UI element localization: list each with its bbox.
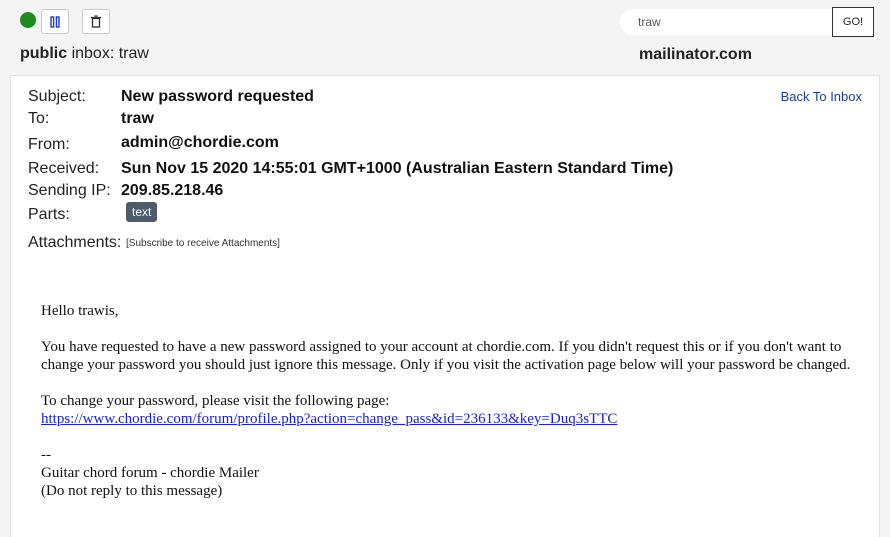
message-panel: Back To Inbox Subject: New password requ… — [10, 75, 880, 537]
status-indicator-icon — [20, 12, 36, 28]
pause-button[interactable] — [41, 9, 69, 34]
inbox-visibility: public — [20, 45, 68, 62]
delete-button[interactable] — [82, 9, 110, 34]
search-input[interactable] — [638, 13, 823, 31]
change-password-link[interactable]: https://www.chordie.com/forum/profile.ph… — [41, 411, 617, 427]
attachments-note: [Subscribe to receive Attachments] — [126, 238, 280, 249]
received-label: Received: — [28, 160, 100, 177]
sending-ip-value: 209.85.218.46 — [121, 182, 224, 199]
body-greeting: Hello trawis, — [41, 303, 119, 319]
inbox-word: inbox: — [71, 45, 115, 62]
sending-ip-label: Sending IP: — [28, 182, 111, 199]
signature-note: (Do not reply to this message) — [41, 483, 223, 499]
signature-line: Guitar chord forum - chordie Mailer — [41, 465, 259, 481]
pause-icon — [50, 15, 60, 28]
body-paragraph-1: You have requested to have a new passwor… — [41, 339, 851, 373]
go-button[interactable]: GO! — [832, 7, 874, 37]
from-value: admin@chordie.com — [121, 134, 279, 151]
received-value: Sun Nov 15 2020 14:55:01 GMT+1000 (Austr… — [121, 160, 674, 177]
attachments-label: Attachments: — [28, 234, 122, 251]
to-label: To: — [28, 110, 50, 127]
parts-text-badge[interactable]: text — [126, 202, 158, 222]
top-bar: public inbox: traw GO! mailinator.com — [0, 0, 890, 75]
from-label: From: — [28, 136, 70, 153]
subject-label: Subject: — [28, 88, 86, 105]
inbox-title: public inbox: traw — [20, 45, 149, 63]
subject-value: New password requested — [121, 88, 314, 105]
inbox-name: traw — [118, 45, 149, 62]
to-value: traw — [121, 110, 154, 127]
message-body: Hello trawis, You have requested to have… — [41, 302, 871, 500]
body-paragraph-2: To change your password, please visit th… — [41, 393, 390, 409]
site-domain: mailinator.com — [639, 46, 752, 63]
search-box — [620, 9, 832, 35]
trash-icon — [91, 15, 101, 28]
back-to-inbox-link[interactable]: Back To Inbox — [781, 89, 862, 104]
signature-dash: -- — [41, 447, 51, 463]
parts-label: Parts: — [28, 206, 70, 223]
